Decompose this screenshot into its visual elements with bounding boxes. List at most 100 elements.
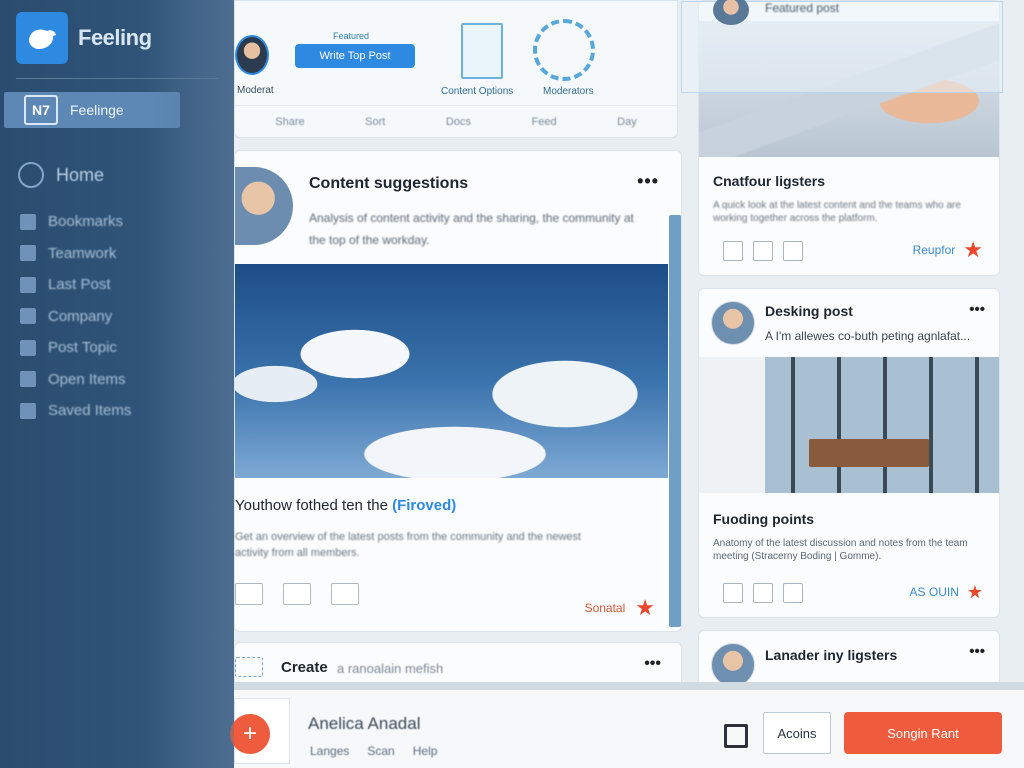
avatar[interactable] bbox=[711, 301, 755, 345]
moderators-label: Moderators bbox=[543, 86, 594, 97]
featured-tag: Featured bbox=[333, 31, 370, 41]
sidebar-item[interactable]: Bookmarks bbox=[20, 206, 131, 238]
meta-item[interactable]: Scan bbox=[367, 744, 394, 758]
sidebar-item[interactable]: Last Post bbox=[20, 269, 131, 301]
file-icon[interactable] bbox=[753, 583, 773, 603]
sidebar-divider bbox=[16, 78, 218, 79]
sidebar-item-label: Open Items bbox=[48, 370, 126, 388]
tab[interactable]: Sort bbox=[365, 116, 385, 128]
avatar[interactable] bbox=[235, 35, 269, 75]
file-icon[interactable] bbox=[723, 241, 743, 261]
sidebar-list: Bookmarks Teamwork Last Post Company Pos… bbox=[20, 206, 131, 427]
sidebar-item-active[interactable]: N7 Feelinge bbox=[4, 92, 180, 128]
action-label: AS OUIN bbox=[909, 585, 959, 599]
create-sublabel: a ranoalain mefish bbox=[337, 661, 444, 676]
primary-button[interactable]: Songin Rant bbox=[844, 712, 1002, 754]
post-body: Get an overview of the latest posts from… bbox=[235, 531, 582, 559]
post-headline[interactable]: Youthow fothed ten the (Firoved) bbox=[235, 497, 456, 514]
card-title: Content suggestions bbox=[309, 175, 469, 192]
folder-icon bbox=[20, 371, 36, 388]
brand-name: Feeling bbox=[78, 25, 152, 50]
tab[interactable]: Docs bbox=[446, 116, 471, 128]
home-icon bbox=[18, 162, 44, 188]
saved-icon bbox=[20, 402, 36, 419]
sidebar-item-home[interactable]: Home bbox=[18, 162, 104, 188]
document-icon[interactable] bbox=[461, 23, 503, 79]
content-options-label: Content Options bbox=[441, 86, 514, 97]
file-icon[interactable] bbox=[783, 241, 803, 261]
card-title: Desking post bbox=[765, 303, 853, 319]
sidebar-item[interactable]: Post Topic bbox=[20, 332, 131, 364]
tab[interactable]: Day bbox=[617, 116, 637, 128]
card-title: Cnatfour ligsters bbox=[713, 173, 826, 189]
card-section-title: Fuoding points bbox=[713, 511, 815, 527]
file-icon[interactable] bbox=[723, 583, 743, 603]
attachment-row bbox=[235, 583, 359, 605]
file-icon[interactable] bbox=[783, 583, 803, 603]
sidebar-item[interactable]: Saved Items bbox=[20, 395, 131, 427]
feed-card-1: Featured post Cnatfour ligsters A quick … bbox=[681, 0, 1003, 276]
sidebar-item-label: Home bbox=[56, 164, 105, 185]
favorite-action[interactable]: Sonatal ★ bbox=[585, 597, 655, 619]
secondary-button[interactable]: Acoins bbox=[763, 712, 831, 754]
more-options-icon[interactable]: ••• bbox=[637, 171, 659, 192]
create-icon bbox=[235, 657, 263, 677]
card-description: Analysis of content activity and the sha… bbox=[309, 211, 634, 247]
sidebar-item-label: Company bbox=[48, 307, 113, 325]
add-button[interactable]: + bbox=[230, 714, 270, 754]
more-options-icon[interactable]: ••• bbox=[969, 301, 985, 318]
bottom-bar: + Anelica Anadal Langes Scan Help Acoins… bbox=[230, 682, 1024, 768]
content-suggestions-card: Content suggestions ••• Analysis of cont… bbox=[234, 150, 682, 632]
post-icon bbox=[20, 276, 36, 293]
favorite-action[interactable]: Reupfor ★ bbox=[913, 239, 983, 261]
feed-card-3: Lanader iny ligsters ••• bbox=[698, 630, 1000, 687]
attachment-row bbox=[723, 241, 803, 261]
star-icon: ★ bbox=[963, 237, 983, 262]
top-tabs: Share Sort Docs Feed Day bbox=[235, 105, 677, 137]
headline-text: Youthow fothed ten the bbox=[235, 497, 393, 514]
favorite-action[interactable]: AS OUIN ★ bbox=[910, 583, 983, 601]
team-icon bbox=[20, 245, 36, 262]
avatar[interactable] bbox=[711, 643, 755, 687]
square-icon[interactable] bbox=[724, 724, 748, 748]
star-icon: ★ bbox=[635, 595, 655, 620]
sidebar-item[interactable]: Open Items bbox=[20, 364, 131, 396]
attachment-row bbox=[723, 583, 803, 603]
avatar[interactable] bbox=[235, 167, 293, 245]
office-meeting-photo bbox=[699, 357, 999, 493]
meeting-table bbox=[809, 439, 929, 467]
more-options-icon[interactable]: ••• bbox=[969, 643, 985, 660]
sidebar: Feeling N7 Feelinge Home Bookmarks Teamw… bbox=[0, 0, 234, 768]
card-top-title: Featured post bbox=[765, 1, 840, 15]
more-options-icon[interactable]: ••• bbox=[644, 655, 661, 673]
feed-card-2: Desking post ••• A I'm allewes co-buth p… bbox=[698, 288, 1000, 618]
top-strip: Moderat Featured Write Top Post Content … bbox=[234, 0, 678, 138]
camera-icon[interactable] bbox=[283, 583, 311, 605]
gear-icon[interactable] bbox=[533, 19, 595, 81]
link-icon[interactable] bbox=[235, 583, 263, 605]
sidebar-item-label: Bookmarks bbox=[48, 213, 124, 231]
sidebar-item-label: Last Post bbox=[48, 276, 111, 294]
action-label: Sonatal bbox=[584, 601, 626, 615]
write-post-button[interactable]: Write Top Post bbox=[295, 44, 415, 68]
topic-icon bbox=[20, 339, 36, 356]
sidebar-item-label: Saved Items bbox=[48, 402, 132, 420]
sky-image bbox=[235, 264, 668, 478]
star-icon: ★ bbox=[966, 582, 983, 602]
card-title: Lanader iny ligsters bbox=[765, 647, 898, 663]
tab[interactable]: Feed bbox=[532, 116, 557, 128]
sidebar-item[interactable]: Teamwork bbox=[20, 238, 131, 270]
brand-row[interactable]: Feeling bbox=[16, 12, 152, 64]
sidebar-item[interactable]: Company bbox=[20, 301, 131, 333]
meta-item[interactable]: Langes bbox=[310, 744, 349, 758]
sidebar-item-label: Teamwork bbox=[48, 244, 117, 262]
tab[interactable]: Share bbox=[275, 116, 304, 128]
create-post-card[interactable]: Create a ranoalain mefish ••• bbox=[234, 642, 682, 686]
profile-meta: Langes Scan Help bbox=[310, 744, 437, 758]
calendar-icon: N7 bbox=[24, 95, 58, 125]
file-icon[interactable] bbox=[753, 241, 773, 261]
meta-item[interactable]: Help bbox=[413, 744, 438, 758]
scrollbar[interactable] bbox=[669, 215, 681, 627]
company-icon bbox=[20, 308, 36, 325]
attach-icon[interactable] bbox=[331, 583, 359, 605]
